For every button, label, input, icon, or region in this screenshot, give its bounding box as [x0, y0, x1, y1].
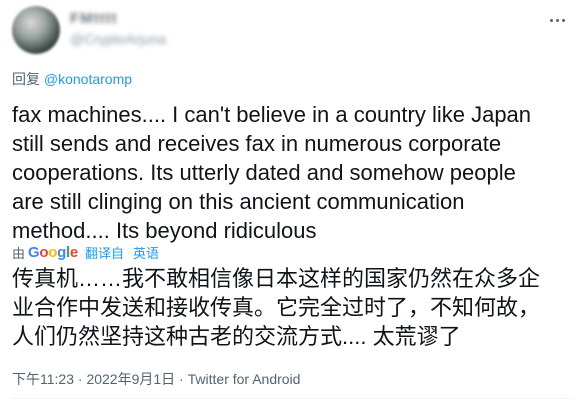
tweet-time[interactable]: 下午11:23 — [12, 371, 74, 387]
meta-separator: · — [74, 371, 87, 387]
tweet-text: fax machines.... I can't believe in a co… — [12, 102, 532, 243]
translated-from-link[interactable]: 翻译自 — [85, 243, 124, 262]
translated-by-label: 由 — [12, 245, 26, 261]
google-logo: Google — [28, 243, 78, 261]
tweet-source[interactable]: Twitter for Android — [188, 371, 301, 387]
more-dot — [549, 18, 553, 22]
replying-to: 回复 @konotaromp — [12, 69, 132, 89]
mention-link[interactable]: @konotaromp — [44, 71, 132, 87]
tweet-meta: 下午11:23 · 2022年9月1日 · Twitter for Androi… — [12, 369, 300, 389]
author-display-name[interactable]: FMtttt — [70, 10, 166, 27]
translated-text: 传真机……我不敢相信像日本这样的国家仍然在众多企 业合作中发送和接收传真。它完全… — [12, 266, 541, 349]
divider — [12, 398, 574, 399]
replying-to-prefix: 回复 — [12, 71, 44, 87]
tweet-header: FMtttt @CryptoArjuna — [12, 6, 572, 54]
meta-separator: · — [175, 371, 188, 387]
tweet: FMtttt @CryptoArjuna 回复 @konotaromp fax … — [0, 0, 586, 408]
author-handle[interactable]: @CryptoArjuna — [70, 31, 166, 47]
source-language[interactable]: 英语 — [133, 243, 159, 262]
more-horizontal-icon[interactable] — [544, 10, 570, 30]
author-names[interactable]: FMtttt @CryptoArjuna — [70, 10, 166, 47]
more-dot — [561, 18, 565, 22]
translation-attribution: 由 Google 翻译自 英语 — [12, 242, 159, 262]
more-dot — [555, 18, 559, 22]
tweet-date[interactable]: 2022年9月1日 — [86, 371, 175, 387]
avatar[interactable] — [12, 6, 60, 54]
